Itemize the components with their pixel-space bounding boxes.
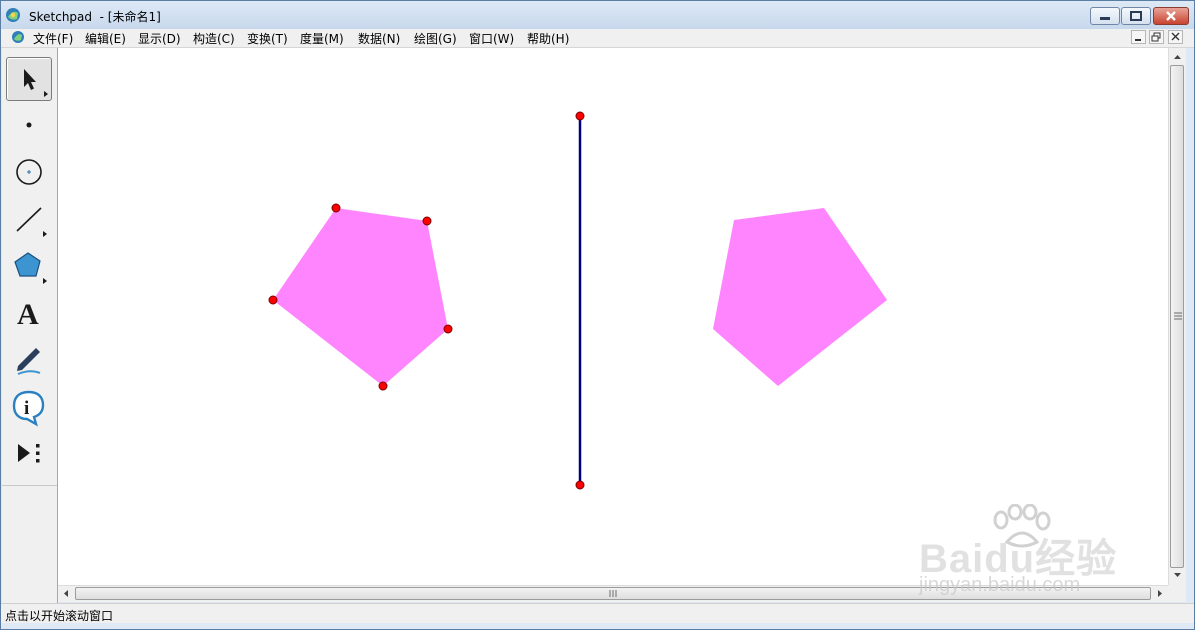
vertex-point[interactable] [331, 203, 341, 213]
select-arrow-icon [24, 69, 48, 97]
info-icon: i [12, 390, 45, 427]
mirror-endpoint-top[interactable] [575, 111, 585, 121]
document-icon[interactable] [11, 30, 25, 44]
watermark-url: jingyan.baidu.com [919, 574, 1081, 596]
segment-icon [16, 207, 47, 237]
menu-edit[interactable]: 编辑(E) [85, 30, 126, 47]
vertex-point[interactable] [268, 295, 278, 305]
svg-text:i: i [24, 398, 29, 419]
vertex-point[interactable] [378, 381, 388, 391]
pentagon-reflected[interactable] [713, 208, 887, 386]
text-A-icon: A [17, 298, 39, 331]
polygon-tool[interactable] [6, 245, 52, 289]
svg-text:A: A [17, 298, 39, 331]
minimize-icon [1135, 39, 1141, 41]
vertex-point[interactable] [422, 216, 432, 226]
menu-window[interactable]: 窗口(W) [469, 30, 514, 47]
minimize-icon [1100, 17, 1110, 20]
restore-icon [1130, 11, 1142, 21]
arrow-tool[interactable] [6, 57, 52, 101]
grip-icon [1174, 312, 1182, 320]
menu-file[interactable]: 文件(F) [33, 30, 73, 47]
status-text: 点击以开始滚动窗口 [5, 609, 114, 623]
custom-tool[interactable] [6, 432, 52, 476]
baidu-watermark: Baidu经验 jingyan.baidu.com [919, 504, 1129, 604]
doc-minimize-button[interactable] [1131, 30, 1146, 44]
compass-tool[interactable] [6, 150, 52, 194]
status-bar: 点击以开始滚动窗口 [1, 603, 1194, 623]
doc-close-button[interactable] [1168, 30, 1183, 44]
vertical-scrollbar[interactable] [1168, 48, 1186, 585]
minimize-button[interactable] [1090, 7, 1120, 25]
menu-number[interactable]: 数据(N) [358, 30, 400, 47]
close-icon [1171, 32, 1180, 41]
menu-display[interactable]: 显示(D) [138, 30, 181, 47]
menu-construct[interactable]: 构造(C) [193, 30, 235, 47]
menu-bar: 文件(F) 编辑(E) 显示(D) 构造(C) 变换(T) 度量(M) 数据(N… [1, 29, 1194, 48]
menu-help[interactable]: 帮助(H) [527, 30, 569, 47]
mirror-endpoint-bottom[interactable] [575, 480, 585, 490]
point-icon [26, 122, 32, 128]
play-custom-icon [18, 444, 40, 463]
grip-icon [609, 590, 617, 597]
marker-tool[interactable] [6, 338, 52, 382]
maximize-button[interactable] [1121, 7, 1151, 25]
pentagon-icon [14, 252, 47, 284]
vertex-point[interactable] [443, 324, 453, 334]
text-tool[interactable]: A [6, 291, 52, 335]
compass-circle-icon [16, 159, 42, 185]
point-tool[interactable] [6, 103, 52, 147]
straightedge-tool[interactable] [6, 198, 52, 242]
restore-icon [1151, 32, 1161, 42]
window-title: Sketchpad - [未命名1] [29, 10, 161, 24]
toolbox-divider [2, 485, 57, 486]
information-tool[interactable]: i [6, 385, 52, 429]
vertical-scroll-thumb[interactable] [1170, 65, 1184, 568]
menu-graph[interactable]: 绘图(G) [414, 30, 457, 47]
sketchpad-window: Sketchpad - [未命名1] 文件(F) 编辑(E) 显示(D) 构造(… [0, 0, 1195, 630]
close-icon [1166, 11, 1176, 21]
doc-restore-button[interactable] [1149, 30, 1164, 44]
pen-icon [17, 348, 41, 375]
close-button[interactable] [1153, 7, 1189, 25]
scrollbar-corner [1168, 585, 1186, 602]
pentagon-original[interactable] [273, 208, 448, 386]
toolbox: A i [2, 48, 58, 604]
sketchpad-app-icon [6, 8, 20, 22]
menu-measure[interactable]: 度量(M) [300, 30, 344, 47]
title-bar[interactable]: Sketchpad - [未命名1] [1, 1, 1194, 29]
menu-transform[interactable]: 变换(T) [247, 30, 288, 47]
